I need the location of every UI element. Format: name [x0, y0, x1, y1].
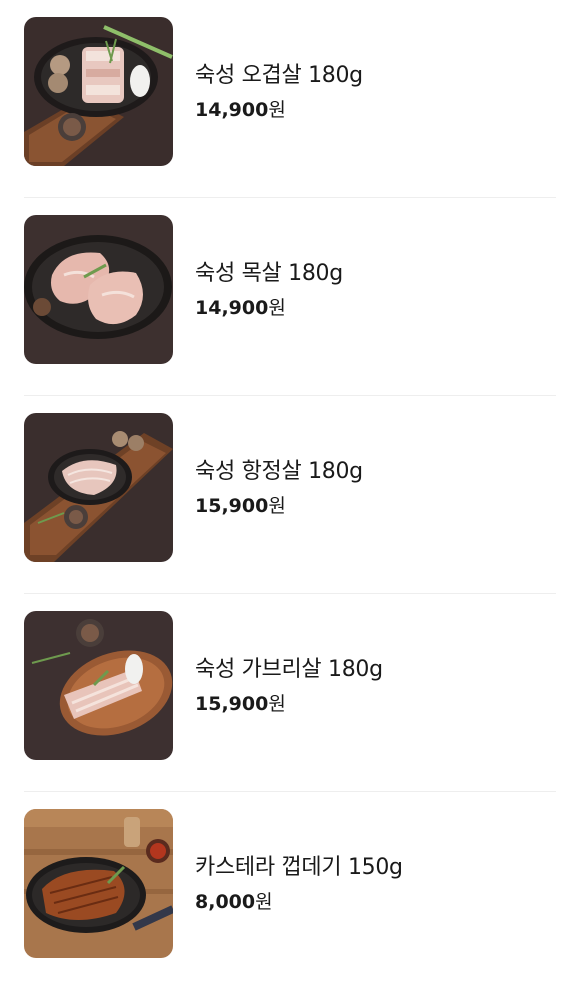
product-image[interactable] [24, 809, 173, 958]
pork-jowl-thumbnail-icon [24, 413, 173, 562]
price-amount: 14,900 [195, 296, 269, 319]
product-price: 8,000원 [195, 889, 403, 915]
product-name[interactable]: 카스테라 껍데기 150g [195, 853, 403, 883]
price-amount: 15,900 [195, 494, 269, 517]
product-image[interactable] [24, 17, 173, 166]
price-currency: 원 [268, 494, 286, 517]
price-currency: 원 [268, 98, 286, 121]
price-amount: 15,900 [195, 692, 269, 715]
product-info: 숙성 오겹살 180g 14,900원 [195, 17, 363, 166]
pork-belly-thumbnail-icon [24, 17, 173, 166]
product-list: 숙성 오겹살 180g 14,900원 숙성 목살 180g 14,900원 숙… [0, 0, 580, 990]
product-price: 15,900원 [195, 691, 383, 717]
product-price: 14,900원 [195, 295, 343, 321]
product-name[interactable]: 숙성 목살 180g [195, 259, 343, 289]
product-info: 숙성 항정살 180g 15,900원 [195, 413, 363, 562]
product-image[interactable] [24, 413, 173, 562]
product-image[interactable] [24, 215, 173, 364]
price-amount: 8,000 [195, 890, 256, 913]
product-item-pork-jowl[interactable]: 숙성 항정살 180g 15,900원 [0, 396, 580, 594]
product-image[interactable] [24, 611, 173, 760]
product-info: 숙성 가브리살 180g 15,900원 [195, 611, 383, 760]
product-name[interactable]: 숙성 항정살 180g [195, 457, 363, 487]
product-name[interactable]: 숙성 가브리살 180g [195, 655, 383, 685]
price-currency: 원 [268, 692, 286, 715]
pork-neck-thumbnail-icon [24, 215, 173, 364]
product-price: 14,900원 [195, 97, 363, 123]
product-info: 숙성 목살 180g 14,900원 [195, 215, 343, 364]
product-name[interactable]: 숙성 오겹살 180g [195, 61, 363, 91]
product-price: 15,900원 [195, 493, 363, 519]
product-item-pork-neck[interactable]: 숙성 목살 180g 14,900원 [0, 198, 580, 396]
pork-skin-thumbnail-icon [24, 809, 173, 958]
product-item-pork-skin[interactable]: 카스테라 껍데기 150g 8,000원 [0, 792, 580, 990]
product-info: 카스테라 껍데기 150g 8,000원 [195, 809, 403, 958]
product-item-pork-belly[interactable]: 숙성 오겹살 180g 14,900원 [0, 0, 580, 198]
pork-shoulder-thumbnail-icon [24, 611, 173, 760]
price-currency: 원 [255, 890, 273, 913]
price-currency: 원 [268, 296, 286, 319]
product-item-pork-shoulder[interactable]: 숙성 가브리살 180g 15,900원 [0, 594, 580, 792]
price-amount: 14,900 [195, 98, 269, 121]
